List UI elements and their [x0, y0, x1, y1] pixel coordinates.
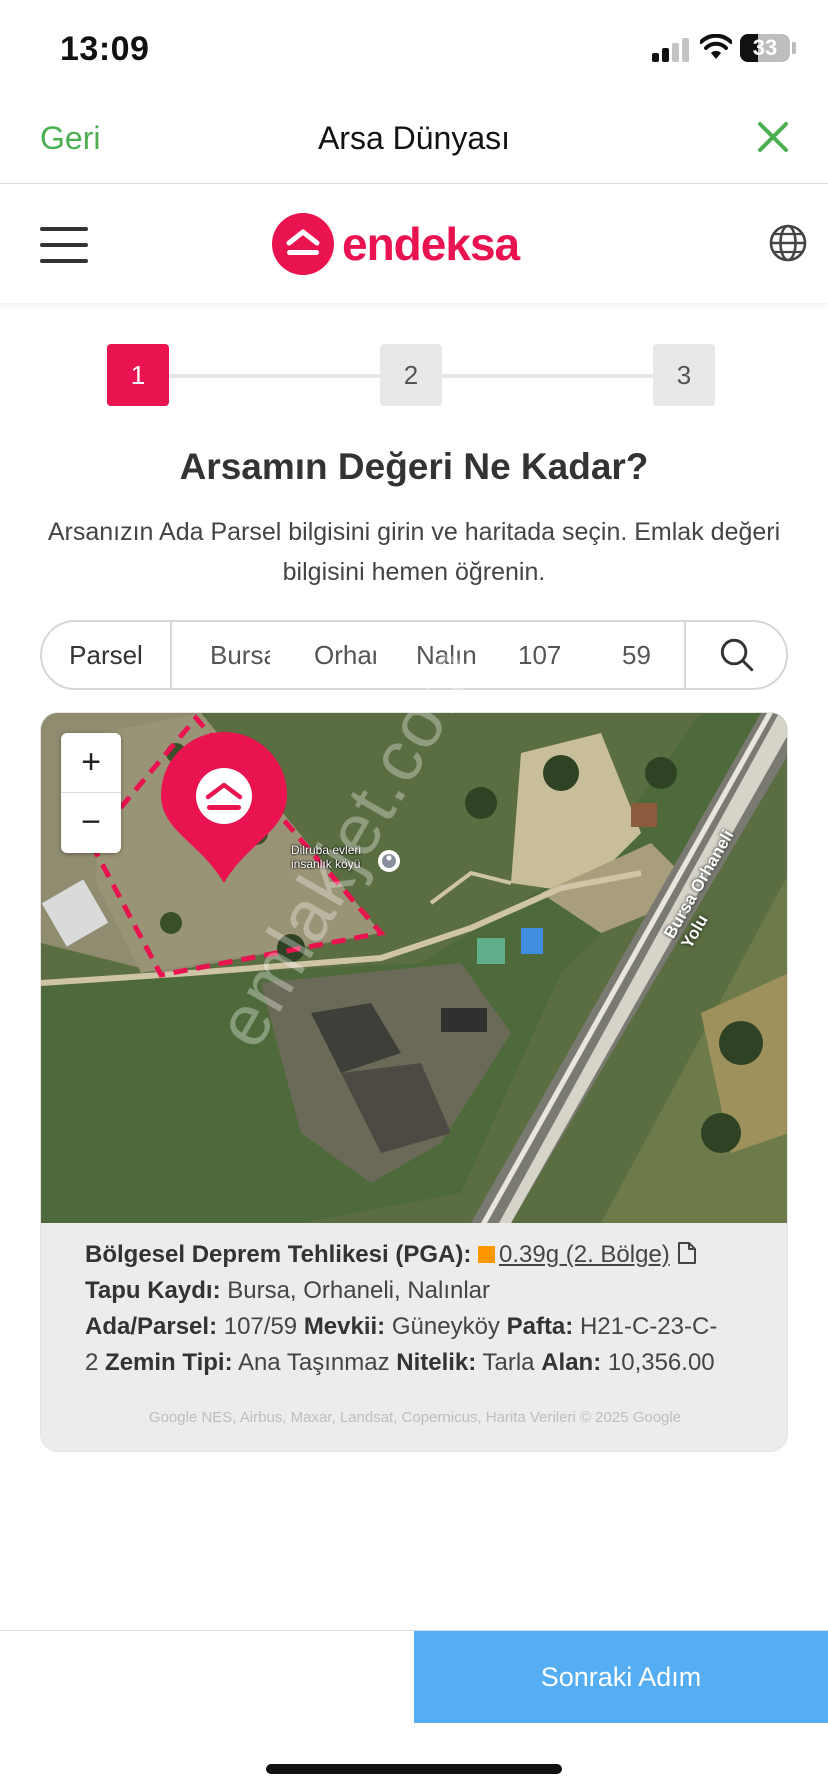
nitelik-value: Tarla	[482, 1349, 535, 1376]
zoom-control: + −	[61, 733, 121, 853]
pga-label: Bölgesel Deprem Tehlikesi (PGA):	[85, 1241, 472, 1268]
tapu-value: Bursa, Orhaneli, Nalınlar	[227, 1277, 491, 1304]
pga-color-swatch	[478, 1246, 495, 1263]
city-field[interactable]: Bursa	[210, 622, 270, 688]
satellite-map[interactable]	[41, 713, 788, 1223]
battery-level: 33	[752, 35, 778, 60]
district-field[interactable]: Orhaneli	[314, 622, 376, 688]
brand-name: endeksa	[342, 218, 520, 270]
step-connector	[166, 374, 380, 378]
document-icon	[678, 1242, 697, 1264]
tapu-label: Tapu Kaydı:	[85, 1277, 221, 1304]
brand-logo[interactable]: endeksa	[272, 213, 520, 275]
parsel-tab[interactable]: Parsel	[42, 622, 172, 688]
next-step-button[interactable]: Sonraki Adım	[414, 1631, 828, 1723]
mevki-value: Güneyköy	[391, 1313, 500, 1340]
zemin-value: Ana Taşınmaz	[237, 1349, 390, 1376]
zoom-in-button[interactable]: +	[61, 733, 121, 793]
wifi-icon	[700, 34, 732, 59]
status-bar: 13:09 33	[0, 0, 828, 96]
stepper: 1 2 3	[0, 344, 828, 406]
subtext: Arsanızın Ada Parsel bilgisini girin ve …	[47, 518, 781, 586]
alan-label: Alan:	[541, 1349, 602, 1376]
poi-marker-icon[interactable]	[378, 850, 400, 872]
close-icon[interactable]	[756, 120, 790, 154]
ada-parsel-value: 107/59	[223, 1313, 298, 1340]
home-indicator	[266, 1764, 562, 1774]
status-time: 13:09	[60, 30, 150, 68]
nitelik-label: Nitelik:	[396, 1349, 477, 1376]
poi-label-line2: insanlık köyü	[291, 857, 361, 871]
mevki-label: Mevkii:	[303, 1313, 386, 1340]
battery-icon: 33	[740, 34, 790, 62]
battery-cap	[792, 42, 796, 54]
neighborhood-field[interactable]: Nalınlar	[416, 622, 478, 688]
bottom-bar: Sonraki Adım	[0, 1630, 828, 1723]
poi-label: Dilruba evleri insanlık köyü	[291, 843, 361, 871]
pafta-label: Pafta:	[506, 1313, 574, 1340]
nav-bar: Geri Arsa Dünyası	[0, 96, 828, 184]
step-2[interactable]: 2	[380, 344, 442, 406]
parsel-field[interactable]: 59	[622, 622, 662, 688]
ada-parsel-label: Ada/Parsel:	[85, 1313, 218, 1340]
step-1[interactable]: 1	[107, 344, 169, 406]
alan-value: 10,356.00	[607, 1349, 715, 1376]
ada-field[interactable]: 107	[518, 622, 570, 688]
parcel-info-text: Bölgesel Deprem Tehlikesi (PGA): 0.39g (…	[85, 1237, 725, 1381]
headline: Arsamın Değeri Ne Kadar?	[179, 446, 649, 487]
pga-value-link[interactable]: 0.39g (2. Bölge)	[499, 1241, 670, 1268]
globe-icon[interactable]	[766, 221, 810, 265]
logo-mark-icon	[272, 213, 334, 275]
step-connector	[440, 374, 654, 378]
app-header: endeksa	[0, 185, 828, 303]
step-3[interactable]: 3	[653, 344, 715, 406]
poi-label-line1: Dilruba evleri	[291, 843, 362, 857]
menu-icon[interactable]	[40, 227, 88, 263]
zoom-out-button[interactable]: −	[61, 793, 121, 853]
back-button[interactable]: Geri	[40, 120, 100, 157]
search-icon[interactable]	[684, 622, 788, 688]
signal-icon	[652, 38, 692, 62]
zemin-label: Zemin Tipi:	[105, 1349, 233, 1376]
map-card: Dilruba evleri insanlık köyü Bursa Orhan…	[40, 712, 788, 1452]
page-title: Arsa Dünyası	[317, 120, 511, 156]
parcel-search-bar: Parsel Bursa Orhaneli Nalınlar 107 59	[40, 620, 788, 690]
map-attribution: Google NES, Airbus, Maxar, Landsat, Cope…	[148, 1409, 682, 1426]
